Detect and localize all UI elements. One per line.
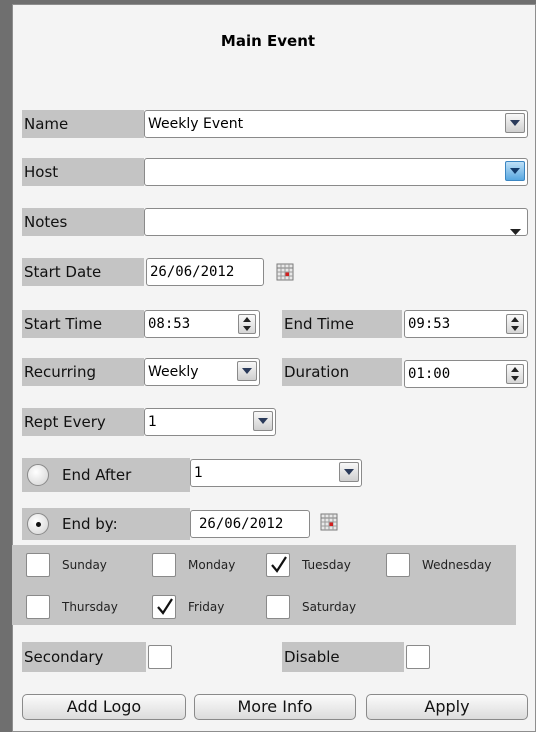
recurring-dropdown[interactable]: Weekly xyxy=(144,358,260,386)
chevron-down-icon[interactable] xyxy=(505,161,525,181)
calendar-icon[interactable] xyxy=(276,263,294,281)
chevron-down-icon[interactable] xyxy=(510,219,521,245)
end-by-date-field[interactable]: 26/06/2012 xyxy=(190,510,310,538)
host-dropdown[interactable] xyxy=(144,158,528,186)
chevron-down-icon[interactable] xyxy=(253,411,273,431)
radio-dot-icon xyxy=(36,522,41,527)
friday-checkbox[interactable] xyxy=(152,595,176,619)
start-time-field[interactable]: 08:53 xyxy=(144,310,260,338)
start-date-label: Start Date xyxy=(22,258,144,286)
monday-checkbox[interactable] xyxy=(152,553,176,577)
chevron-down-icon[interactable] xyxy=(505,113,525,133)
duration-value: 01:00 xyxy=(408,366,451,382)
secondary-label: Secondary xyxy=(22,642,146,672)
name-label: Name xyxy=(22,110,144,138)
wednesday-label: Wednesday xyxy=(422,558,492,572)
notes-dropdown[interactable] xyxy=(144,208,528,236)
checkmark-icon xyxy=(271,556,287,573)
panel-title: Main Event xyxy=(220,32,316,50)
spinner-icon[interactable] xyxy=(506,314,524,334)
host-label: Host xyxy=(22,158,144,186)
start-date-field[interactable]: 26/06/2012 xyxy=(146,258,264,286)
sunday-checkbox[interactable] xyxy=(26,553,50,577)
add-logo-button[interactable]: Add Logo xyxy=(22,694,186,720)
more-info-button[interactable]: More Info xyxy=(194,694,356,720)
chevron-down-icon[interactable] xyxy=(339,462,359,482)
duration-label: Duration xyxy=(282,358,402,386)
rept-every-dropdown[interactable]: 1 xyxy=(144,408,276,436)
end-after-radio[interactable] xyxy=(27,464,49,486)
wednesday-checkbox[interactable] xyxy=(386,553,410,577)
name-value: Weekly Event xyxy=(148,116,244,132)
recurring-value: Weekly xyxy=(148,364,199,380)
monday-label: Monday xyxy=(188,558,236,572)
spinner-icon[interactable] xyxy=(238,314,256,334)
saturday-checkbox[interactable] xyxy=(266,595,290,619)
start-time-label: Start Time xyxy=(22,310,144,338)
disable-label: Disable xyxy=(282,642,404,672)
end-after-value: 1 xyxy=(194,465,203,481)
tuesday-label: Tuesday xyxy=(302,558,351,572)
thursday-label: Thursday xyxy=(62,600,118,614)
duration-field[interactable]: 01:00 xyxy=(404,360,528,388)
apply-button[interactable]: Apply xyxy=(366,694,528,720)
secondary-checkbox[interactable] xyxy=(148,645,172,669)
spinner-icon[interactable] xyxy=(506,364,524,384)
sunday-label: Sunday xyxy=(62,558,107,572)
end-time-field[interactable]: 09:53 xyxy=(404,310,528,338)
end-time-value: 09:53 xyxy=(408,316,451,332)
end-time-label: End Time xyxy=(282,310,402,338)
end-after-dropdown[interactable]: 1 xyxy=(190,459,362,487)
friday-label: Friday xyxy=(188,600,225,614)
end-by-radio[interactable] xyxy=(27,513,49,535)
start-time-value: 08:53 xyxy=(148,316,191,332)
rept-every-value: 1 xyxy=(148,414,157,430)
recurring-label: Recurring xyxy=(22,358,144,386)
notes-label: Notes xyxy=(22,208,144,236)
name-dropdown[interactable]: Weekly Event xyxy=(144,110,528,138)
calendar-icon[interactable] xyxy=(320,513,338,531)
tuesday-checkbox[interactable] xyxy=(266,553,290,577)
thursday-checkbox[interactable] xyxy=(26,595,50,619)
rept-every-label: Rept Every xyxy=(22,408,144,436)
chevron-down-icon[interactable] xyxy=(237,361,257,381)
disable-checkbox[interactable] xyxy=(406,645,430,669)
checkmark-icon xyxy=(157,598,173,615)
saturday-label: Saturday xyxy=(302,600,357,614)
